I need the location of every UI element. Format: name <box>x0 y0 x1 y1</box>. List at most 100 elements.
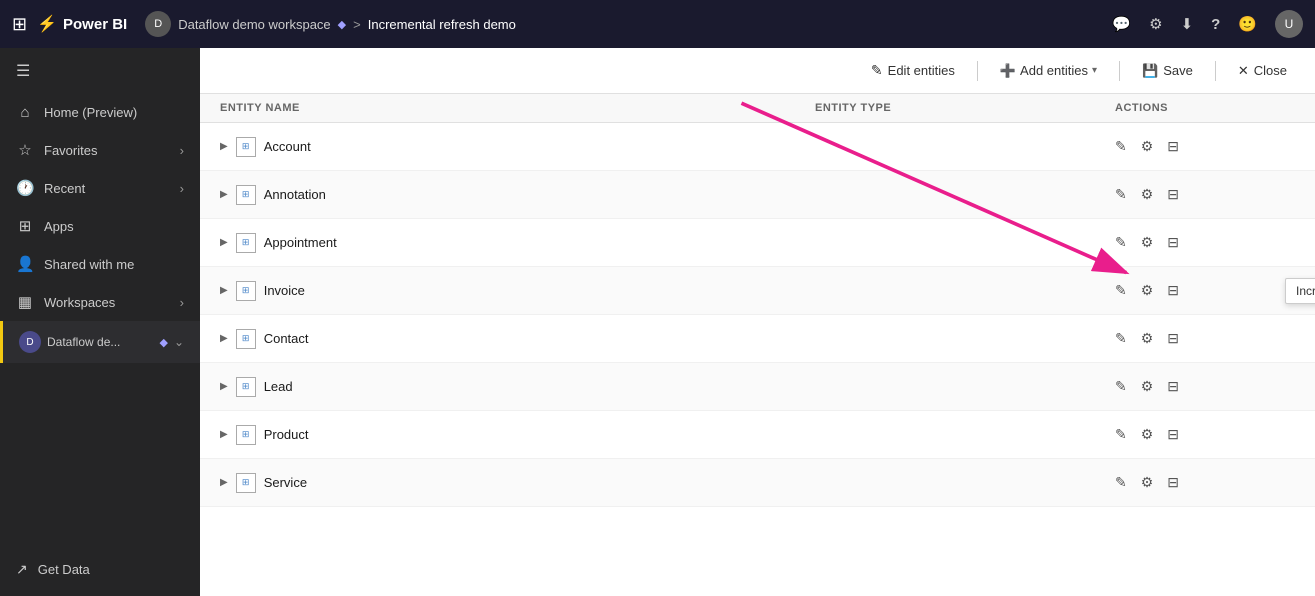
workspace-name[interactable]: Dataflow demo workspace <box>178 17 330 32</box>
incremental-refresh-icon[interactable]: ⊟ <box>1167 234 1179 251</box>
edit-query-icon[interactable]: ✎ <box>1115 138 1127 155</box>
expand-icon[interactable]: ▶ <box>220 141 228 152</box>
dataflow-chevron-icon: ⌄ <box>174 335 184 349</box>
entity-name-label: Invoice <box>264 283 305 298</box>
col-actions: ACTIONS <box>1115 102 1295 114</box>
sidebar-item-workspaces[interactable]: ▦ Workspaces › <box>0 283 200 321</box>
expand-icon[interactable]: ▶ <box>220 237 228 248</box>
breadcrumb-separator: > <box>353 17 361 32</box>
smiley-icon[interactable]: 🙂 <box>1238 15 1257 33</box>
expand-icon[interactable]: ▶ <box>220 381 228 392</box>
settings-action-icon[interactable]: ⚙ <box>1141 426 1154 443</box>
user-avatar[interactable]: U <box>1275 10 1303 38</box>
col-entity-name: ENTITY NAME <box>220 102 815 114</box>
sidebar-item-dataflow[interactable]: D Dataflow de... ◆ ⌄ <box>0 321 200 363</box>
sidebar-item-label: Workspaces <box>44 295 170 310</box>
add-entities-chevron-icon: ▾ <box>1092 65 1097 76</box>
entity-name-label: Product <box>264 427 309 442</box>
sidebar-item-label: Apps <box>44 219 74 234</box>
get-data-button[interactable]: ↗ Get Data <box>16 555 184 584</box>
dataflow-label: Dataflow de... <box>47 335 153 349</box>
current-page-title: Incremental refresh demo <box>368 17 516 32</box>
topbar: ⊞ ⚡ Power BI D Dataflow demo workspace ◆… <box>0 0 1315 48</box>
incremental-refresh-icon[interactable]: ⊟ <box>1167 330 1179 347</box>
table-row: ▶ ⊞ Account ✎ ⚙ ⊟ <box>200 123 1315 171</box>
sidebar-item-apps[interactable]: ⊞ Apps <box>0 207 200 245</box>
settings-action-icon[interactable]: ⚙ <box>1141 378 1154 395</box>
table-row: ▶ ⊞ Lead ✎ ⚙ ⊟ <box>200 363 1315 411</box>
settings-action-icon[interactable]: ⚙ <box>1141 234 1154 251</box>
incremental-refresh-icon[interactable]: ⊟ <box>1167 378 1179 395</box>
add-entities-button[interactable]: ➕ Add entities ▾ <box>992 59 1105 83</box>
workspaces-icon: ▦ <box>16 293 34 311</box>
sidebar-item-favorites[interactable]: ☆ Favorites › <box>0 131 200 169</box>
row-name-lead: ▶ ⊞ Lead <box>220 377 815 397</box>
breadcrumb: D Dataflow demo workspace ◆ > Incrementa… <box>145 11 516 37</box>
edit-query-icon[interactable]: ✎ <box>1115 474 1127 491</box>
sidebar-item-shared[interactable]: 👤 Shared with me <box>0 245 200 283</box>
expand-icon[interactable]: ▶ <box>220 189 228 200</box>
diamond-icon: ◆ <box>338 18 346 31</box>
table-icon: ⊞ <box>236 185 256 205</box>
edit-query-icon[interactable]: ✎ <box>1115 186 1127 203</box>
expand-icon[interactable]: ▶ <box>220 333 228 344</box>
row-name-service: ▶ ⊞ Service <box>220 473 815 493</box>
sidebar-item-label: Home (Preview) <box>44 105 137 120</box>
edit-entities-button[interactable]: ✎ Edit entities <box>863 58 963 83</box>
sidebar-bottom: ↗ Get Data <box>0 543 200 596</box>
expand-icon[interactable]: ▶ <box>220 429 228 440</box>
settings-icon[interactable]: ⚙ <box>1149 15 1162 33</box>
chat-icon[interactable]: 💬 <box>1112 15 1131 33</box>
expand-icon[interactable]: ▶ <box>220 477 228 488</box>
table-row: ▶ ⊞ Appointment ✎ ⚙ ⊟ <box>200 219 1315 267</box>
edit-query-icon[interactable]: ✎ <box>1115 378 1127 395</box>
edit-query-icon[interactable]: ✎ <box>1115 234 1127 251</box>
sidebar-item-recent[interactable]: 🕐 Recent › <box>0 169 200 207</box>
table-icon: ⊞ <box>236 377 256 397</box>
app-name: Power BI <box>63 16 127 33</box>
close-icon: ✕ <box>1238 63 1249 79</box>
row-actions-appointment: ✎ ⚙ ⊟ <box>1115 234 1295 251</box>
get-data-icon: ↗ <box>16 561 28 578</box>
incremental-refresh-icon[interactable]: ⊟ <box>1167 282 1179 299</box>
settings-action-icon[interactable]: ⚙ <box>1141 330 1154 347</box>
entity-name-label: Appointment <box>264 235 337 250</box>
incremental-refresh-icon[interactable]: ⊟ <box>1167 138 1179 155</box>
table-icon: ⊞ <box>236 425 256 445</box>
col-entity-type: ENTITY TYPE <box>815 102 1115 114</box>
content-toolbar: ✎ Edit entities ➕ Add entities ▾ 💾 Save … <box>200 48 1315 94</box>
workspace-avatar: D <box>145 11 171 37</box>
add-entities-icon: ➕ <box>1000 63 1016 79</box>
sidebar-toggle[interactable]: ☰ <box>0 48 200 94</box>
row-actions-account: ✎ ⚙ ⊟ <box>1115 138 1295 155</box>
chevron-right-icon: › <box>180 143 184 158</box>
settings-action-icon[interactable]: ⚙ <box>1141 282 1154 299</box>
entity-name-label: Service <box>264 475 307 490</box>
table-row: ▶ ⊞ Annotation ✎ ⚙ ⊟ <box>200 171 1315 219</box>
row-name-invoice: ▶ ⊞ Invoice <box>220 281 815 301</box>
entity-name-label: Account <box>264 139 311 154</box>
edit-query-icon[interactable]: ✎ <box>1115 330 1127 347</box>
save-button[interactable]: 💾 Save <box>1134 59 1201 83</box>
sidebar-item-home[interactable]: ⌂ Home (Preview) <box>0 94 200 131</box>
incremental-refresh-icon[interactable]: ⊟ <box>1167 186 1179 203</box>
edit-entities-icon: ✎ <box>871 62 883 79</box>
edit-query-icon[interactable]: ✎ <box>1115 426 1127 443</box>
close-button[interactable]: ✕ Close <box>1230 59 1295 83</box>
incremental-refresh-tooltip: Incremental Refresh <box>1285 278 1315 304</box>
settings-action-icon[interactable]: ⚙ <box>1141 138 1154 155</box>
settings-action-icon[interactable]: ⚙ <box>1141 474 1154 491</box>
expand-icon[interactable]: ▶ <box>220 285 228 296</box>
waffle-icon[interactable]: ⊞ <box>12 14 27 35</box>
apps-icon: ⊞ <box>16 217 34 235</box>
download-icon[interactable]: ⬇ <box>1181 15 1194 33</box>
topbar-icons: 💬 ⚙ ⬇ ? 🙂 U <box>1112 10 1303 38</box>
row-actions-product: ✎ ⚙ ⊟ <box>1115 426 1295 443</box>
settings-action-icon[interactable]: ⚙ <box>1141 186 1154 203</box>
incremental-refresh-icon[interactable]: ⊟ <box>1167 474 1179 491</box>
row-name-account: ▶ ⊞ Account <box>220 137 815 157</box>
help-icon[interactable]: ? <box>1211 16 1220 33</box>
sidebar-item-label: Favorites <box>44 143 170 158</box>
edit-query-icon[interactable]: ✎ <box>1115 282 1127 299</box>
incremental-refresh-icon[interactable]: ⊟ <box>1167 426 1179 443</box>
